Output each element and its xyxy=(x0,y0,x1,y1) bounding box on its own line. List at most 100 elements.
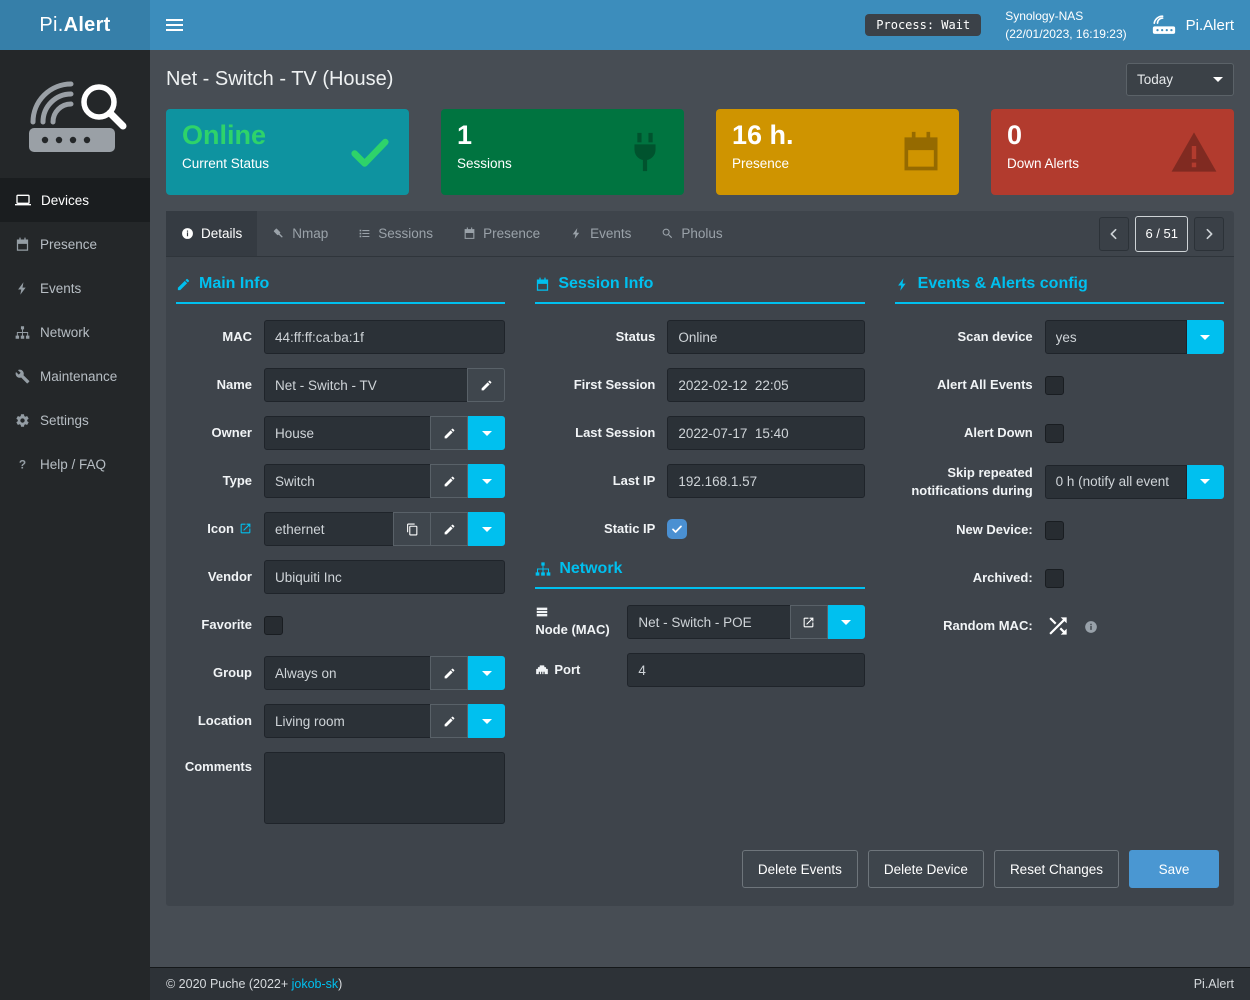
router-search-logo xyxy=(23,72,127,162)
new-device-checkbox[interactable] xyxy=(1045,521,1064,540)
reset-changes-button[interactable]: Reset Changes xyxy=(994,850,1119,888)
chevron-left-icon xyxy=(1106,226,1122,242)
sidebar-item-settings[interactable]: Settings xyxy=(0,398,150,442)
header-app-link[interactable]: Pi.Alert xyxy=(1151,15,1234,36)
static-ip-checkbox[interactable] xyxy=(667,519,687,539)
previous-device-button[interactable] xyxy=(1099,217,1129,251)
location-dropdown-button[interactable] xyxy=(468,704,505,738)
pencil-icon xyxy=(443,667,456,680)
field-skip-notifications: Skip repeated notifications during xyxy=(895,464,1224,499)
type-input[interactable] xyxy=(264,464,431,498)
field-alert-down: Alert Down xyxy=(895,416,1224,450)
location-input[interactable] xyxy=(264,704,431,738)
type-edit-button[interactable] xyxy=(430,464,468,498)
node-dropdown-button[interactable] xyxy=(828,605,865,639)
tab-sessions[interactable]: Sessions xyxy=(343,211,448,256)
period-selector[interactable]: Today xyxy=(1126,63,1234,96)
group-edit-button[interactable] xyxy=(430,656,468,690)
archived-checkbox[interactable] xyxy=(1045,569,1064,588)
section-title-session-info: Session Info xyxy=(535,275,864,304)
tab-pholus[interactable]: Pholus xyxy=(646,211,737,256)
skip-notifications-input[interactable] xyxy=(1045,465,1187,499)
node-input[interactable] xyxy=(627,605,790,639)
sidebar-item-network[interactable]: Network xyxy=(0,310,150,354)
pencil-icon xyxy=(443,427,456,440)
icon-input[interactable] xyxy=(264,512,394,546)
mac-input[interactable] xyxy=(264,320,505,354)
last-ip-input[interactable] xyxy=(667,464,864,498)
owner-input[interactable] xyxy=(264,416,431,450)
field-name: Name xyxy=(176,368,505,402)
save-button[interactable]: Save xyxy=(1129,850,1219,888)
alert-all-events-checkbox[interactable] xyxy=(1045,376,1064,395)
delete-events-button[interactable]: Delete Events xyxy=(742,850,858,888)
server-icon xyxy=(535,605,549,619)
app-logo xyxy=(0,50,150,178)
first-session-label: First Session xyxy=(535,376,667,394)
owner-edit-button[interactable] xyxy=(430,416,468,450)
bolt-icon xyxy=(15,281,30,296)
location-edit-button[interactable] xyxy=(430,704,468,738)
random-mac-info-icon[interactable] xyxy=(1084,620,1098,634)
sidebar-item-help[interactable]: Help / FAQ xyxy=(0,442,150,486)
sidebar-item-maintenance[interactable]: Maintenance xyxy=(0,354,150,398)
alert-down-checkbox[interactable] xyxy=(1045,424,1064,443)
status-input[interactable] xyxy=(667,320,864,354)
status-card-down-alerts: 0 Down Alerts xyxy=(991,109,1234,195)
sidebar-toggle-button[interactable] xyxy=(150,0,198,50)
comments-textarea[interactable] xyxy=(264,752,505,824)
delete-device-button[interactable]: Delete Device xyxy=(868,850,984,888)
card-label: Current Status xyxy=(182,156,269,171)
first-session-input[interactable] xyxy=(667,368,864,402)
device-position: 6 / 51 xyxy=(1135,216,1188,252)
icon-dropdown-button[interactable] xyxy=(468,512,505,546)
card-label: Down Alerts xyxy=(1007,156,1079,171)
group-dropdown-button[interactable] xyxy=(468,656,505,690)
field-port: Port xyxy=(535,653,864,687)
name-edit-button[interactable] xyxy=(467,368,505,402)
tab-details[interactable]: Details xyxy=(166,211,257,256)
favorite-checkbox[interactable] xyxy=(264,616,283,635)
node-open-button[interactable] xyxy=(790,605,828,639)
field-first-session: First Session xyxy=(535,368,864,402)
scan-device-input[interactable] xyxy=(1045,320,1187,354)
pencil-icon xyxy=(443,715,456,728)
owner-dropdown-button[interactable] xyxy=(468,416,505,450)
info-icon xyxy=(181,227,194,240)
chevron-down-icon xyxy=(482,671,492,676)
scan-device-dropdown-button[interactable] xyxy=(1187,320,1224,354)
bolt-icon xyxy=(895,277,910,292)
next-device-button[interactable] xyxy=(1194,217,1224,251)
sidebar-item-devices[interactable]: Devices xyxy=(0,178,150,222)
port-input[interactable] xyxy=(627,653,864,687)
session-info-section: Session Info Status First Session Last S… xyxy=(535,275,864,838)
tab-presence[interactable]: Presence xyxy=(448,211,555,256)
server-timestamp: (22/01/2023, 16:19:23) xyxy=(1005,25,1126,43)
vendor-input[interactable] xyxy=(264,560,505,594)
icon-edit-button[interactable] xyxy=(430,512,468,546)
group-input[interactable] xyxy=(264,656,431,690)
type-dropdown-button[interactable] xyxy=(468,464,505,498)
chevron-down-icon xyxy=(482,719,492,724)
name-input[interactable] xyxy=(264,368,468,402)
tab-nmap[interactable]: Nmap xyxy=(257,211,343,256)
sidebar-item-presence[interactable]: Presence xyxy=(0,222,150,266)
field-static-ip: Static IP xyxy=(535,512,864,546)
skip-notifications-dropdown-button[interactable] xyxy=(1187,465,1224,499)
tab-events[interactable]: Events xyxy=(555,211,646,256)
random-mac-shuffle-icon xyxy=(1045,613,1071,639)
alert-down-label: Alert Down xyxy=(895,424,1045,442)
brand-name: Alert xyxy=(64,14,111,37)
vendor-label: Vendor xyxy=(176,568,264,586)
summary-cards: Online Current Status 1 Sessions 16 h. xyxy=(150,107,1250,211)
warning-icon xyxy=(1170,128,1218,176)
jokob-sk-link[interactable]: jokob-sk xyxy=(292,977,339,991)
external-link-icon[interactable] xyxy=(239,522,252,535)
status-card-presence: 16 h. Presence xyxy=(716,109,959,195)
sidebar-item-events[interactable]: Events xyxy=(0,266,150,310)
last-session-input[interactable] xyxy=(667,416,864,450)
wrench-icon xyxy=(15,369,30,384)
page-footer: © 2020 Puche (2022+ jokob-sk) Pi.Alert xyxy=(150,967,1250,1000)
brand-logo[interactable]: Pi.Alert xyxy=(0,0,150,50)
icon-copy-button[interactable] xyxy=(393,512,431,546)
